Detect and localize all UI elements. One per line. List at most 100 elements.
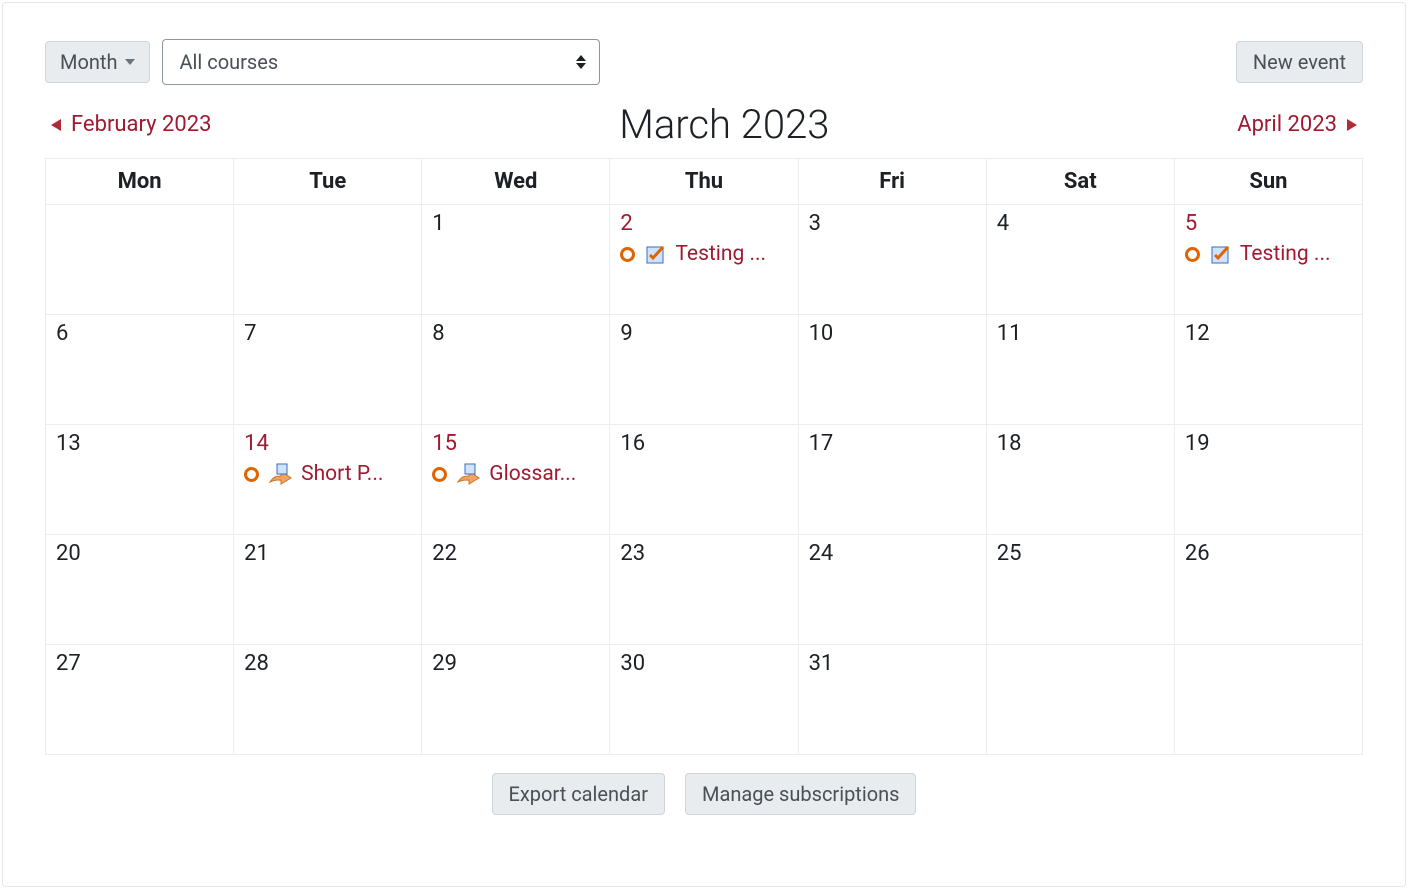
day-cell[interactable]: 25 bbox=[986, 535, 1174, 645]
day-number: 13 bbox=[56, 431, 223, 456]
day-cell[interactable]: 2 Testing ... bbox=[610, 205, 798, 315]
day-cell[interactable]: 31 bbox=[798, 645, 986, 755]
month-nav: February 2023 March 2023 April 2023 bbox=[45, 101, 1363, 148]
weekday-header: Mon bbox=[46, 159, 234, 205]
calendar-event[interactable]: Short P... bbox=[244, 462, 411, 486]
day-cell[interactable]: 3 bbox=[798, 205, 986, 315]
event-ring-icon bbox=[432, 467, 447, 482]
day-cell[interactable]: 16 bbox=[610, 425, 798, 535]
day-cell[interactable]: 24 bbox=[798, 535, 986, 645]
day-cell[interactable]: 17 bbox=[798, 425, 986, 535]
day-number: 30 bbox=[620, 651, 787, 676]
footer-actions: Export calendar Manage subscriptions bbox=[45, 773, 1363, 815]
day-number: 25 bbox=[997, 541, 1164, 566]
weekday-header: Fri bbox=[798, 159, 986, 205]
next-month-link[interactable]: April 2023 bbox=[1237, 112, 1357, 137]
day-cell[interactable]: 30 bbox=[610, 645, 798, 755]
day-number: 31 bbox=[809, 651, 976, 676]
day-number: 23 bbox=[620, 541, 787, 566]
day-cell[interactable]: 23 bbox=[610, 535, 798, 645]
day-cell[interactable]: 18 bbox=[986, 425, 1174, 535]
survey-icon bbox=[643, 242, 667, 266]
day-cell[interactable]: 8 bbox=[422, 315, 610, 425]
event-ring-icon bbox=[1185, 247, 1200, 262]
event-ring-icon bbox=[244, 467, 259, 482]
day-cell[interactable]: 7 bbox=[234, 315, 422, 425]
event-label: Short P... bbox=[301, 462, 383, 486]
day-number: 29 bbox=[432, 651, 599, 676]
day-cell[interactable]: 19 bbox=[1174, 425, 1362, 535]
day-number: 17 bbox=[809, 431, 976, 456]
day-cell[interactable]: 9 bbox=[610, 315, 798, 425]
event-label: Testing ... bbox=[1240, 242, 1331, 266]
day-cell[interactable]: 27 bbox=[46, 645, 234, 755]
day-number: 19 bbox=[1185, 431, 1352, 456]
day-number: 16 bbox=[620, 431, 787, 456]
day-number: 27 bbox=[56, 651, 223, 676]
weekday-header: Tue bbox=[234, 159, 422, 205]
prev-month-label: February 2023 bbox=[71, 112, 211, 137]
day-cell[interactable]: 22 bbox=[422, 535, 610, 645]
day-number: 14 bbox=[244, 431, 411, 456]
day-cell[interactable]: 28 bbox=[234, 645, 422, 755]
calendar-event[interactable]: Testing ... bbox=[620, 242, 787, 266]
day-cell[interactable]: 6 bbox=[46, 315, 234, 425]
day-number: 22 bbox=[432, 541, 599, 566]
day-number: 18 bbox=[997, 431, 1164, 456]
event-ring-icon bbox=[620, 247, 635, 262]
day-number: 4 bbox=[997, 211, 1164, 236]
day-cell[interactable]: 12 bbox=[1174, 315, 1362, 425]
day-number: 6 bbox=[56, 321, 223, 346]
day-number: 8 bbox=[432, 321, 599, 346]
day-number: 15 bbox=[432, 431, 599, 456]
day-cell[interactable]: 5 Testing ... bbox=[1174, 205, 1362, 315]
export-calendar-button[interactable]: Export calendar bbox=[492, 773, 666, 815]
day-cell[interactable]: 29 bbox=[422, 645, 610, 755]
manage-subscriptions-button[interactable]: Manage subscriptions bbox=[685, 773, 916, 815]
export-calendar-label: Export calendar bbox=[509, 782, 649, 806]
day-cell[interactable]: 1 bbox=[422, 205, 610, 315]
assignment-icon bbox=[267, 462, 293, 486]
new-event-button[interactable]: New event bbox=[1236, 41, 1363, 83]
day-number: 3 bbox=[809, 211, 976, 236]
day-cell[interactable] bbox=[986, 645, 1174, 755]
manage-subscriptions-label: Manage subscriptions bbox=[702, 782, 899, 806]
event-label: Testing ... bbox=[675, 242, 766, 266]
survey-icon bbox=[1208, 242, 1232, 266]
day-cell[interactable]: 15 Glossar... bbox=[422, 425, 610, 535]
day-cell[interactable] bbox=[46, 205, 234, 315]
calendar-event[interactable]: Testing ... bbox=[1185, 242, 1352, 266]
weekday-header: Thu bbox=[610, 159, 798, 205]
month-title: March 2023 bbox=[211, 101, 1237, 148]
arrow-right-icon bbox=[1347, 119, 1357, 131]
day-cell[interactable]: 26 bbox=[1174, 535, 1362, 645]
day-number: 2 bbox=[620, 211, 787, 236]
day-cell[interactable] bbox=[1174, 645, 1362, 755]
event-label: Glossar... bbox=[489, 462, 576, 486]
prev-month-link[interactable]: February 2023 bbox=[51, 112, 211, 137]
day-cell[interactable]: 13 bbox=[46, 425, 234, 535]
day-cell[interactable]: 20 bbox=[46, 535, 234, 645]
day-number: 9 bbox=[620, 321, 787, 346]
day-number: 26 bbox=[1185, 541, 1352, 566]
arrow-left-icon bbox=[51, 119, 61, 131]
day-number: 12 bbox=[1185, 321, 1352, 346]
assignment-icon bbox=[455, 462, 481, 486]
next-month-label: April 2023 bbox=[1237, 112, 1337, 137]
toolbar: Month All courses New event bbox=[45, 39, 1363, 85]
day-number: 24 bbox=[809, 541, 976, 566]
course-select-wrap: All courses bbox=[162, 39, 600, 85]
day-cell[interactable]: 10 bbox=[798, 315, 986, 425]
day-cell[interactable]: 11 bbox=[986, 315, 1174, 425]
day-cell[interactable]: 4 bbox=[986, 205, 1174, 315]
day-number: 5 bbox=[1185, 211, 1352, 236]
day-number: 20 bbox=[56, 541, 223, 566]
day-cell[interactable] bbox=[234, 205, 422, 315]
day-number: 11 bbox=[997, 321, 1164, 346]
view-toggle-button[interactable]: Month bbox=[45, 41, 150, 83]
day-cell[interactable]: 14 Short P... bbox=[234, 425, 422, 535]
day-cell[interactable]: 21 bbox=[234, 535, 422, 645]
course-select[interactable]: All courses bbox=[162, 39, 600, 85]
day-number: 10 bbox=[809, 321, 976, 346]
calendar-event[interactable]: Glossar... bbox=[432, 462, 599, 486]
